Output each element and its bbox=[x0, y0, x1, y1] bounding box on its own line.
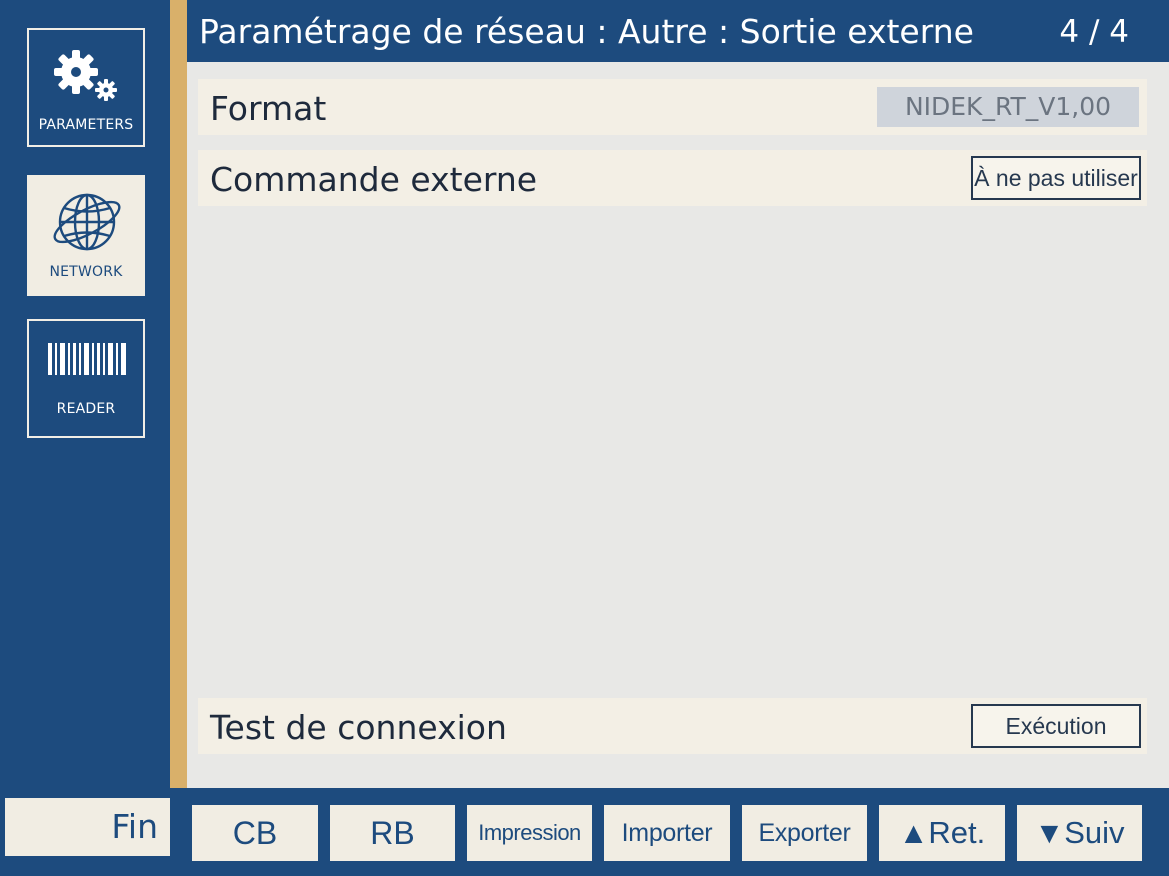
next-label: Suiv bbox=[1064, 815, 1125, 850]
external-command-button[interactable]: À ne pas utiliser bbox=[971, 156, 1141, 200]
sidebar: PARAMETERS NETWORK READER bbox=[0, 0, 170, 876]
divider-bar bbox=[170, 0, 187, 876]
page-title: Paramétrage de réseau : Autre : Sortie e… bbox=[199, 12, 974, 51]
sidebar-item-reader[interactable]: READER bbox=[27, 319, 145, 438]
external-command-label: Commande externe bbox=[210, 160, 538, 199]
print-button[interactable]: Impression bbox=[467, 805, 592, 861]
sidebar-item-label: NETWORK bbox=[49, 264, 123, 280]
barcode-icon bbox=[48, 343, 126, 375]
cb-button[interactable]: CB bbox=[192, 805, 318, 861]
setting-row-external-command: Commande externe À ne pas utiliser bbox=[198, 150, 1147, 206]
header: Paramétrage de réseau : Autre : Sortie e… bbox=[187, 0, 1169, 62]
page-indicator: 4 / 4 bbox=[1059, 14, 1129, 50]
sidebar-item-parameters[interactable]: PARAMETERS bbox=[27, 28, 145, 147]
sidebar-item-network[interactable]: NETWORK bbox=[27, 175, 145, 296]
globe-icon bbox=[53, 193, 121, 251]
import-button[interactable]: Importer bbox=[604, 805, 730, 861]
arrow-up-icon: ▲ bbox=[898, 817, 929, 850]
setting-row-format: Format NIDEK_RT_V1,00 bbox=[198, 79, 1147, 135]
export-button[interactable]: Exporter bbox=[742, 805, 867, 861]
format-value: NIDEK_RT_V1,00 bbox=[877, 87, 1139, 127]
settings-panel: Format NIDEK_RT_V1,00 Commande externe À… bbox=[187, 62, 1169, 788]
sidebar-item-label: READER bbox=[56, 401, 116, 417]
execution-button[interactable]: Exécution bbox=[971, 704, 1141, 748]
fin-button[interactable]: Fin bbox=[5, 798, 170, 856]
previous-label: Ret. bbox=[928, 815, 986, 850]
format-label: Format bbox=[210, 89, 327, 128]
sidebar-item-label: PARAMETERS bbox=[38, 117, 134, 133]
setting-row-connection-test: Test de connexion Exécution bbox=[198, 698, 1147, 754]
arrow-down-icon: ▼ bbox=[1034, 817, 1065, 850]
function-bar: Fin CB RB Impression Importer Exporter ▲… bbox=[0, 788, 1169, 876]
rb-button[interactable]: RB bbox=[330, 805, 455, 861]
gears-icon bbox=[54, 50, 117, 101]
connection-test-label: Test de connexion bbox=[210, 708, 507, 747]
next-button[interactable]: ▼Suiv bbox=[1017, 805, 1142, 861]
previous-button[interactable]: ▲Ret. bbox=[879, 805, 1005, 861]
